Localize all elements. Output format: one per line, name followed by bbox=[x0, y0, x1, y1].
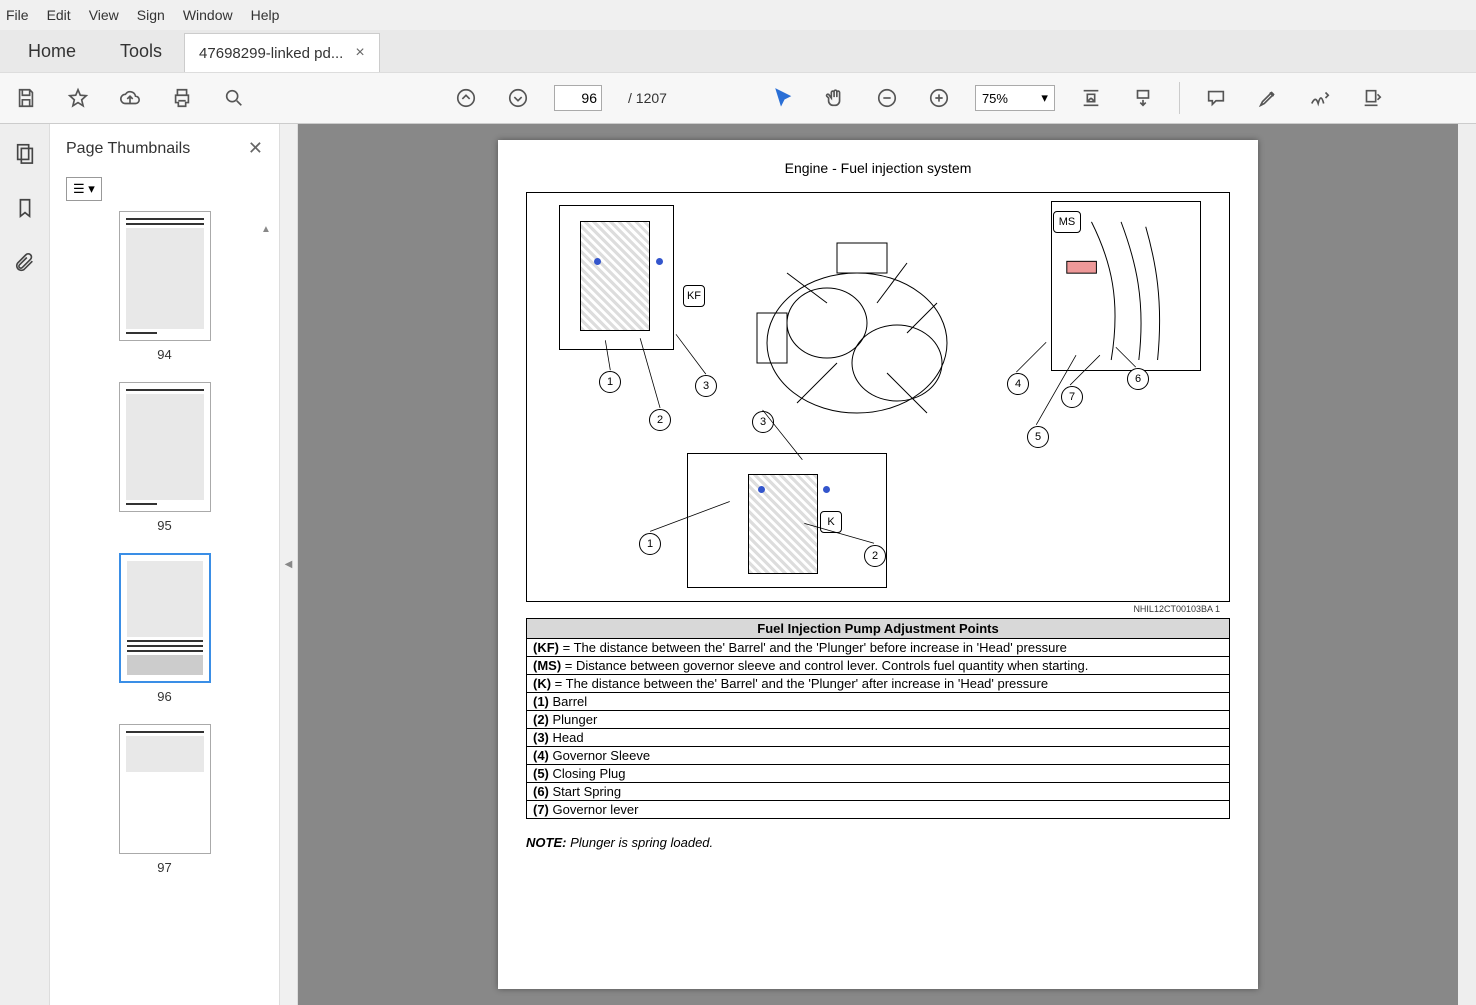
collapse-handle[interactable]: ◀ bbox=[280, 124, 298, 1005]
thumbnail-label: 96 bbox=[90, 689, 239, 704]
adjustment-table: Fuel Injection Pump Adjustment Points (K… bbox=[526, 618, 1230, 819]
print-icon[interactable] bbox=[166, 82, 198, 114]
zoom-out-icon[interactable] bbox=[871, 82, 903, 114]
page-number-input[interactable] bbox=[554, 85, 602, 111]
figure-callout-2b: 2 bbox=[864, 545, 886, 567]
thumbnail-label: 94 bbox=[90, 347, 239, 362]
table-row: (MS) = Distance between governor sleeve … bbox=[527, 657, 1230, 675]
close-panel-icon[interactable]: ✕ bbox=[248, 138, 263, 159]
search-icon[interactable] bbox=[218, 82, 250, 114]
thumbnails-list[interactable]: 94 95 96 97 bbox=[50, 211, 279, 1005]
menubar: File Edit View Sign Window Help bbox=[0, 0, 1476, 30]
figure-callout-5: 5 bbox=[1027, 426, 1049, 448]
table-row: (KF) = The distance between the' Barrel'… bbox=[527, 639, 1230, 657]
zoom-in-icon[interactable] bbox=[923, 82, 955, 114]
section-title: Engine - Fuel injection system bbox=[526, 160, 1230, 176]
vertical-scrollbar[interactable] bbox=[1458, 124, 1476, 1005]
menu-view[interactable]: View bbox=[89, 7, 119, 23]
figure-callout-1: 1 bbox=[599, 371, 621, 393]
selection-tool-icon[interactable] bbox=[767, 82, 799, 114]
star-icon[interactable] bbox=[62, 82, 94, 114]
thumbnails-options[interactable]: ☰ ▾ bbox=[66, 177, 102, 201]
table-row: (4) Governor Sleeve bbox=[527, 747, 1230, 765]
zoom-select[interactable]: 75%▾ bbox=[975, 85, 1055, 111]
figure-label-ms: MS bbox=[1053, 211, 1081, 233]
figure-callout-1b: 1 bbox=[639, 533, 661, 555]
menu-edit[interactable]: Edit bbox=[47, 7, 71, 23]
page-down-icon[interactable] bbox=[502, 82, 534, 114]
thumbnail-label: 97 bbox=[90, 860, 239, 875]
menu-file[interactable]: File bbox=[6, 7, 29, 23]
figure-callout-4: 4 bbox=[1007, 373, 1029, 395]
scroll-mode-icon[interactable] bbox=[1127, 82, 1159, 114]
figure-label-kf: KF bbox=[683, 285, 705, 307]
table-row: (3) Head bbox=[527, 729, 1230, 747]
stamp-icon[interactable] bbox=[1356, 82, 1388, 114]
thumbnails-title: Page Thumbnails bbox=[66, 140, 190, 158]
technical-figure: KF 1 2 3 3 bbox=[526, 192, 1230, 602]
thumbnail-94[interactable]: 94 bbox=[90, 211, 239, 362]
chevron-down-icon: ▾ bbox=[1041, 90, 1048, 106]
toolbar: / 1207 75%▾ bbox=[0, 72, 1476, 124]
figure-callout-2: 2 bbox=[649, 409, 671, 431]
side-rail bbox=[0, 124, 50, 1005]
tab-tools[interactable]: Tools bbox=[98, 31, 184, 72]
attachments-tab-icon[interactable] bbox=[14, 252, 36, 279]
comment-icon[interactable] bbox=[1200, 82, 1232, 114]
menu-help[interactable]: Help bbox=[251, 7, 280, 23]
thumbnail-95[interactable]: 95 bbox=[90, 382, 239, 533]
figure-callout-3: 3 bbox=[695, 375, 717, 397]
table-title: Fuel Injection Pump Adjustment Points bbox=[527, 619, 1230, 639]
pdf-page: Engine - Fuel injection system KF 1 2 3 bbox=[498, 140, 1258, 989]
highlight-icon[interactable] bbox=[1252, 82, 1284, 114]
table-row: (6) Start Spring bbox=[527, 783, 1230, 801]
bookmarks-tab-icon[interactable] bbox=[14, 197, 36, 224]
main: Page Thumbnails ✕ ☰ ▾ ▲ 94 95 96 97 bbox=[0, 124, 1476, 1005]
hand-tool-icon[interactable] bbox=[819, 82, 851, 114]
thumbnails-tab-icon[interactable] bbox=[14, 142, 36, 169]
thumbnail-97[interactable]: 97 bbox=[90, 724, 239, 875]
thumbnail-96[interactable]: 96 bbox=[90, 553, 239, 704]
document-area[interactable]: Engine - Fuel injection system KF 1 2 3 bbox=[298, 124, 1458, 1005]
save-icon[interactable] bbox=[10, 82, 42, 114]
menu-sign[interactable]: Sign bbox=[137, 7, 165, 23]
page-total: / 1207 bbox=[628, 90, 667, 106]
menu-window[interactable]: Window bbox=[183, 7, 233, 23]
table-row: (5) Closing Plug bbox=[527, 765, 1230, 783]
fit-width-icon[interactable] bbox=[1075, 82, 1107, 114]
figure-callout-3b: 3 bbox=[752, 411, 774, 433]
table-row: (K) = The distance between the' Barrel' … bbox=[527, 675, 1230, 693]
tab-document[interactable]: 47698299-linked pd... × bbox=[184, 33, 380, 72]
figure-label-k: K bbox=[820, 511, 842, 533]
tab-home[interactable]: Home bbox=[6, 31, 98, 72]
figure-callout-7: 7 bbox=[1061, 386, 1083, 408]
cloud-upload-icon[interactable] bbox=[114, 82, 146, 114]
table-row: (1) Barrel bbox=[527, 693, 1230, 711]
table-row: (2) Plunger bbox=[527, 711, 1230, 729]
note: NOTE: Plunger is spring loaded. bbox=[526, 835, 1230, 850]
close-icon[interactable]: × bbox=[355, 44, 364, 62]
tabs-row: Home Tools 47698299-linked pd... × bbox=[0, 30, 1476, 72]
sign-icon[interactable] bbox=[1304, 82, 1336, 114]
thumbnails-panel: Page Thumbnails ✕ ☰ ▾ ▲ 94 95 96 97 bbox=[50, 124, 280, 1005]
page-up-icon[interactable] bbox=[450, 82, 482, 114]
figure-callout-6: 6 bbox=[1127, 368, 1149, 390]
thumbnail-label: 95 bbox=[90, 518, 239, 533]
tab-document-label: 47698299-linked pd... bbox=[199, 45, 343, 62]
figure-caption: NHIL12CT00103BA 1 bbox=[526, 604, 1220, 614]
table-row: (7) Governor lever bbox=[527, 801, 1230, 819]
